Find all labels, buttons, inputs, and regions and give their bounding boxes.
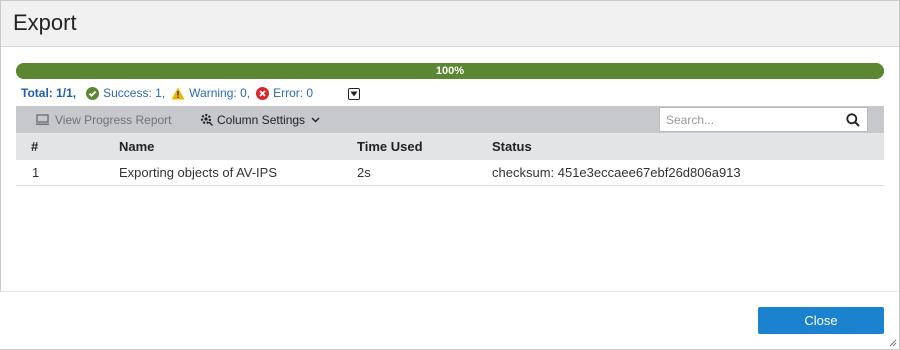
column-header-time-used[interactable]: Time Used <box>357 133 423 160</box>
expand-toggle[interactable] <box>348 88 360 100</box>
view-progress-report-label: View Progress Report <box>55 112 172 127</box>
summary-success[interactable]: Success: 1, <box>86 86 165 100</box>
row-status: checksum: 451e3eccaee67ebf26d806a913 <box>492 165 741 180</box>
chevron-down-icon <box>311 117 320 122</box>
result-summary: Total: 1/1, Success: 1, Warning: 0, Erro… <box>21 85 319 101</box>
summary-error[interactable]: Error: 0 <box>256 86 313 100</box>
close-button[interactable]: Close <box>758 307 884 334</box>
summary-error-label: Error: 0 <box>273 86 314 100</box>
row-name: Exporting objects of AV-IPS <box>119 165 278 180</box>
view-progress-report-button[interactable]: View Progress Report <box>36 106 172 133</box>
search-box <box>659 107 868 132</box>
monitor-icon <box>36 113 49 125</box>
column-settings-label: Column Settings <box>217 112 306 127</box>
gear-icon <box>200 113 213 126</box>
column-settings-button[interactable]: Column Settings <box>200 106 320 133</box>
table-row[interactable]: 1 Exporting objects of AV-IPS 2s checksu… <box>16 160 884 186</box>
summary-success-label: Success: 1, <box>103 86 166 100</box>
summary-warning[interactable]: Warning: 0, <box>171 86 250 100</box>
table-header: # Name Time Used Status <box>16 133 884 160</box>
dialog-title: Export <box>13 10 77 35</box>
search-input[interactable] <box>666 111 836 128</box>
search-icon[interactable] <box>846 113 860 127</box>
resize-grip-icon[interactable] <box>889 339 897 347</box>
progress-label: 100% <box>435 65 465 77</box>
column-header-status[interactable]: Status <box>492 133 532 160</box>
summary-total[interactable]: Total: 1/1, <box>21 86 76 100</box>
error-circle-icon <box>256 86 270 100</box>
progress-bar: 100% <box>16 63 884 79</box>
column-header-number[interactable]: # <box>31 133 38 160</box>
warning-triangle-icon <box>171 87 185 99</box>
dialog-title-bar[interactable]: Export <box>1 1 899 47</box>
summary-warning-label: Warning: 0, <box>189 86 251 100</box>
row-number: 1 <box>32 165 40 180</box>
caret-down-icon <box>350 91 358 97</box>
row-time-used: 2s <box>357 165 371 180</box>
column-header-name[interactable]: Name <box>119 133 154 160</box>
check-circle-icon <box>86 86 100 100</box>
